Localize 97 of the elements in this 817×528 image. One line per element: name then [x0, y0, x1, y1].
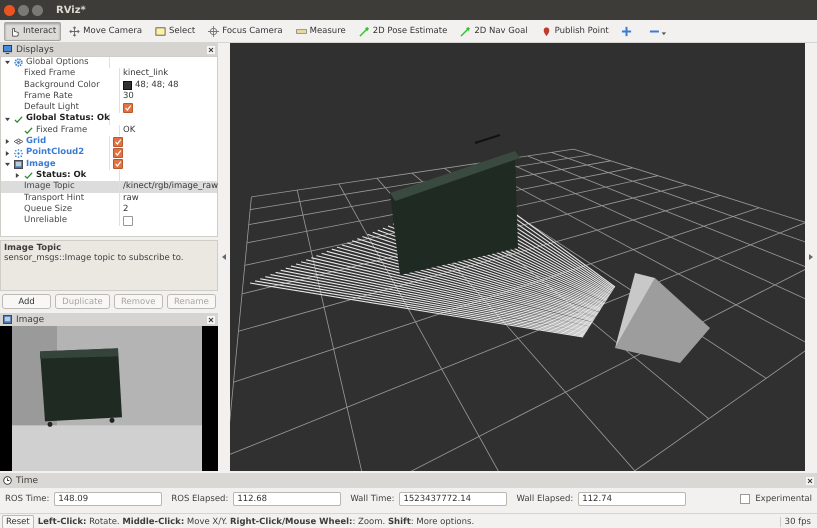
tool-button[interactable]: Interact — [4, 22, 62, 40]
time-label: ROS Elapsed: — [171, 494, 228, 504]
tree-label: Global Status: Ok — [26, 113, 110, 125]
property-value: raw — [123, 192, 139, 204]
tree-label: Default Light — [24, 102, 79, 114]
tree-label: Global Options — [26, 57, 89, 68]
crosshair-icon — [208, 26, 220, 36]
tree-label: Unreliable — [24, 215, 68, 226]
tool-button[interactable]: Move Camera — [64, 22, 148, 40]
tool-button[interactable]: Publish Point — [536, 22, 614, 40]
checkbox[interactable] — [113, 159, 123, 170]
tree-row[interactable]: Unreliable — [1, 215, 217, 226]
tree-label: Fixed Frame — [24, 68, 76, 80]
gear-icon — [14, 58, 23, 68]
status-hint: Left-Click: Rotate. Middle-Click: Move X/Y. Right-Click/Mouse Wheel:: Zoom. Shift: More options. — [38, 517, 476, 527]
checkbox[interactable] — [113, 148, 123, 158]
tool-button[interactable]: Focus Camera — [203, 22, 288, 40]
tree-row[interactable]: Fixed Frame OK — [1, 124, 217, 136]
point-cloud-icon — [14, 148, 23, 158]
expanded-arrow-icon[interactable] — [5, 60, 10, 66]
clock-icon — [3, 476, 12, 485]
monitor-icon — [3, 45, 12, 54]
close-button[interactable] — [4, 4, 15, 16]
tree-label: Queue Size — [24, 204, 72, 216]
image-icon — [14, 160, 23, 169]
tree-label: Fixed Frame — [36, 124, 88, 136]
close-icon[interactable] — [207, 316, 215, 324]
property-value: 30 — [123, 90, 134, 102]
fps-counter: 30 fps — [780, 517, 815, 527]
tree-label: Transport Hint — [24, 192, 84, 204]
checkbox[interactable] — [740, 494, 750, 504]
collapsed-arrow-icon[interactable] — [15, 173, 20, 178]
property-value: kinect_link — [123, 68, 168, 80]
window-title: RViz* — [56, 4, 86, 16]
tree-label: Background Color — [24, 80, 100, 91]
maximize-button[interactable] — [32, 4, 43, 16]
tree-row[interactable]: Global Options — [1, 57, 217, 68]
property-value: OK — [123, 124, 136, 136]
checkbox[interactable] — [123, 102, 133, 113]
close-icon[interactable] — [806, 476, 814, 484]
tree-label: Status: Ok — [36, 170, 86, 182]
expanded-arrow-icon[interactable] — [5, 162, 10, 167]
time-label: Wall Elapsed: — [516, 494, 574, 504]
move-arrows-icon — [69, 26, 80, 36]
checkbox[interactable] — [123, 216, 133, 226]
minimize-button[interactable] — [18, 4, 29, 16]
time-label: ROS Time: — [5, 494, 50, 504]
tree-label: Image — [26, 158, 56, 170]
tree-label: Grid — [26, 136, 46, 148]
tree-row[interactable]: PointCloud2 — [1, 147, 217, 159]
tree-row[interactable]: Queue Size 2 — [1, 204, 217, 216]
arrow-icon — [460, 26, 472, 36]
collapsed-arrow-icon[interactable] — [5, 139, 10, 144]
arrow-icon — [358, 26, 370, 36]
tree-label: Image Topic — [24, 181, 75, 193]
panel-title: Time — [16, 476, 40, 486]
grid-icon — [14, 137, 23, 146]
tool-button[interactable]: 2D Pose Estimate — [354, 22, 452, 40]
tree-label: PointCloud2 — [26, 147, 84, 159]
panel-title: Displays — [16, 44, 55, 54]
3d-view-drawing[interactable] — [230, 43, 805, 471]
tree-row[interactable]: Image — [1, 158, 217, 170]
tree-row[interactable]: Global Status: Ok — [1, 113, 217, 125]
tool-button[interactable]: 2D Nav Goal — [455, 22, 533, 40]
tree-row[interactable]: Background Color 48; 48; 48 — [1, 80, 217, 91]
expanded-arrow-icon[interactable] — [5, 116, 10, 122]
checkbox-label: Experimental — [755, 494, 812, 504]
description-text: sensor_msgs::Image topic to subscribe to. — [4, 253, 184, 264]
tree-row[interactable]: Image Topic /kinect/rgb/image_raw — [1, 181, 217, 193]
image-icon — [3, 315, 12, 324]
reset-button[interactable]: Reset — [2, 515, 34, 528]
panel-button[interactable]: Add — [2, 294, 52, 309]
description-title: Image Topic — [4, 243, 62, 254]
tool-button[interactable]: Select — [150, 22, 200, 40]
time-field[interactable]: 148.09 — [54, 492, 162, 506]
panel-title: Image — [16, 314, 46, 324]
property-value: 2 — [123, 204, 128, 216]
plus-icon[interactable] — [620, 26, 632, 36]
tree-row[interactable]: Fixed Frame kinect_link — [1, 68, 217, 80]
property-value: 48; 48; 48 — [135, 80, 179, 91]
time-label: Wall Time: — [350, 494, 394, 504]
tree-row[interactable]: Default Light — [1, 102, 217, 114]
tree-row[interactable]: Transport Hint raw — [1, 192, 217, 204]
tool-button[interactable]: Measure — [290, 22, 351, 40]
check-icon — [24, 171, 33, 180]
close-icon[interactable] — [207, 46, 215, 54]
time-field[interactable]: 1523437772.14 — [399, 492, 508, 506]
property-value: /kinect/rgb/image_raw — [123, 181, 218, 193]
select-rectangle-icon — [155, 26, 166, 36]
tree-row[interactable]: Frame Rate 30 — [1, 90, 217, 102]
collapsed-arrow-icon[interactable] — [5, 150, 10, 156]
checkbox[interactable] — [113, 136, 123, 147]
time-field[interactable]: 112.74 — [578, 492, 686, 506]
color-swatch[interactable] — [123, 80, 132, 90]
time-field[interactable]: 112.68 — [233, 492, 342, 506]
tree-label: Frame Rate — [24, 90, 73, 102]
tree-row[interactable]: Grid — [1, 136, 217, 148]
